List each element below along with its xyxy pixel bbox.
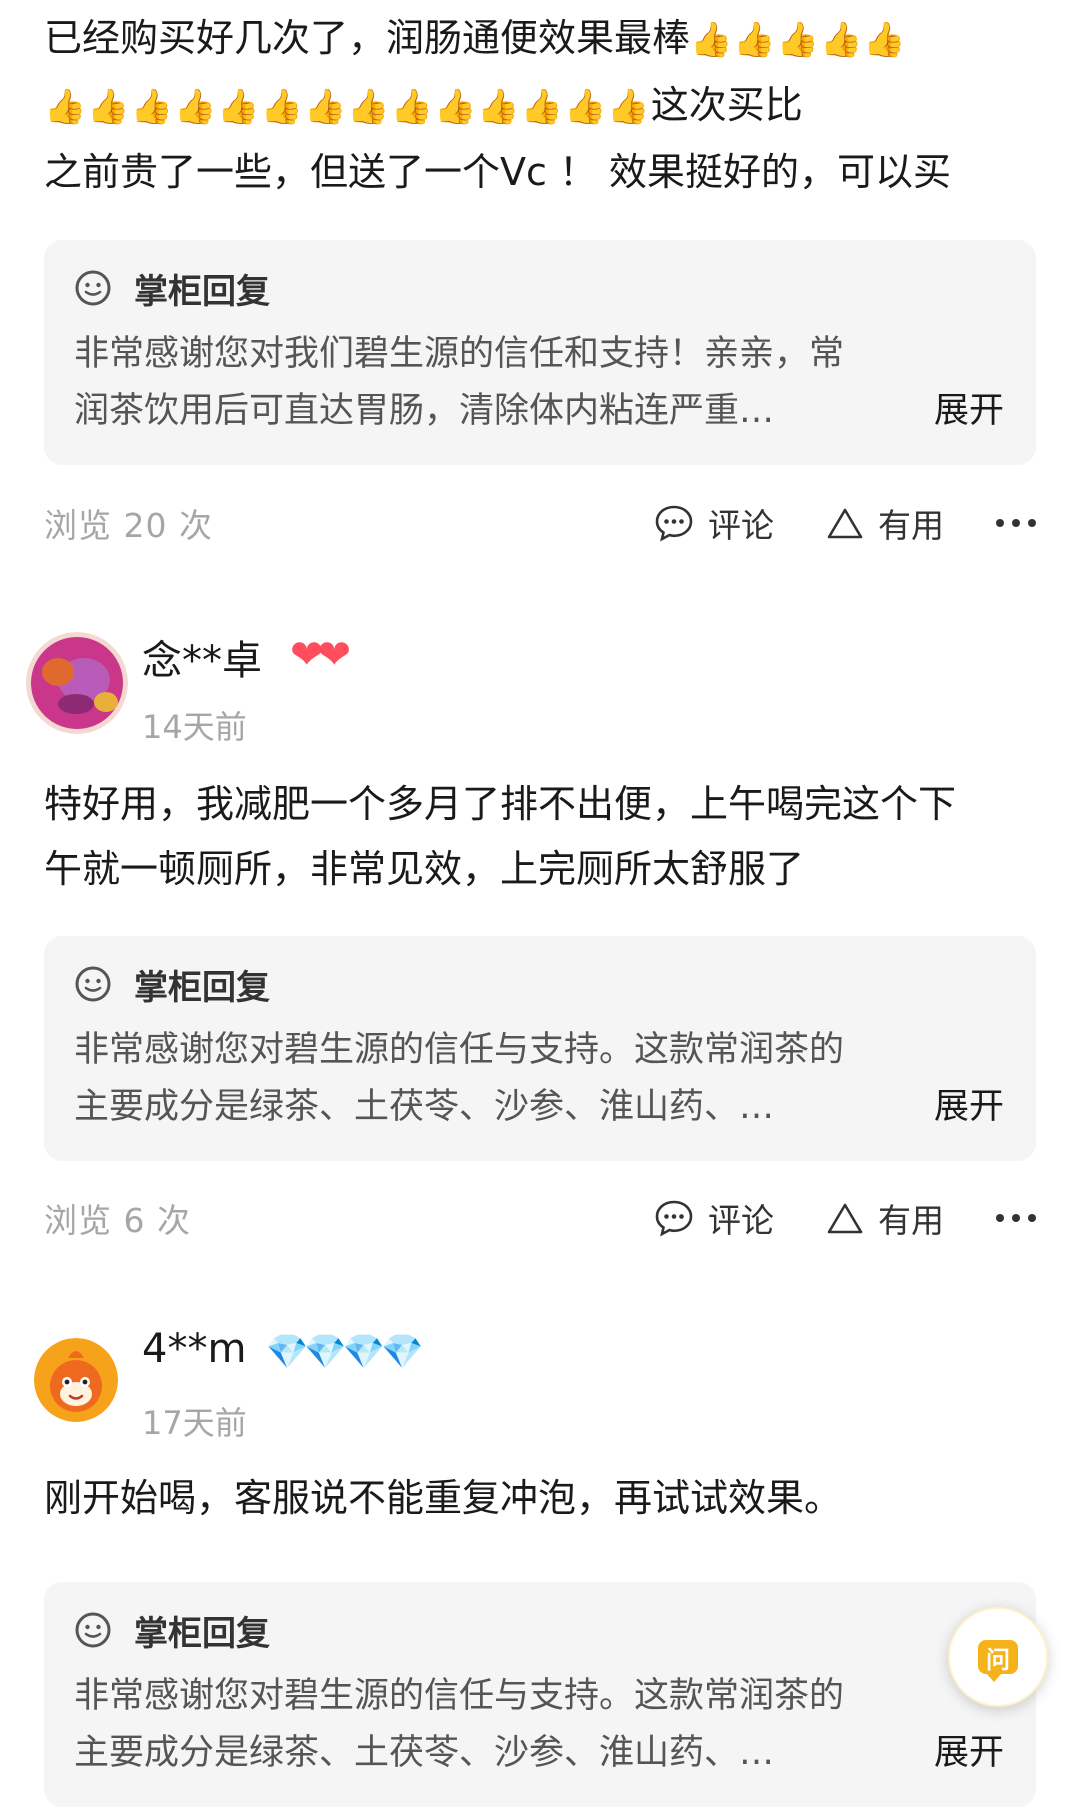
ask-question-button[interactable]: 问 [948, 1607, 1048, 1707]
diamond-badge-icon: 💎💎💎💎 [266, 1332, 423, 1372]
comment-icon [655, 505, 693, 542]
smile-icon [75, 966, 111, 1002]
smile-icon [75, 270, 111, 306]
useful-label: 有用 [878, 1201, 944, 1240]
avatar-image [34, 1338, 118, 1422]
more-options-icon[interactable] [996, 519, 1036, 527]
seller-reply-header: 掌柜回复 [74, 964, 270, 1008]
seller-reply-box: 掌柜回复 非常感谢您对我们碧生源的信任和支持！亲亲，常 润茶饮用后可直达胃肠，清… [44, 240, 1036, 465]
seller-reply-line-1: 非常感谢您对碧生源的信任与支持。这款常润茶的 [74, 1676, 845, 1716]
seller-reply-box: 掌柜回复 非常感谢您对碧生源的信任与支持。这款常润茶的 主要成分是绿茶、土茯苓、… [44, 936, 1036, 1161]
triangle-up-icon [827, 508, 863, 539]
expand-link[interactable]: 展开 [934, 383, 1004, 440]
username: 4**m [142, 1326, 247, 1372]
avatar[interactable] [26, 632, 128, 734]
review-1-text-part-1: 已经购买好几次了，润肠通便效果最棒 [44, 16, 691, 60]
thumbs-up-emoji-row: 👍👍👍👍👍 [690, 20, 907, 60]
comment-label: 评论 [708, 506, 774, 545]
seller-reply-box: 掌柜回复 非常感谢您对碧生源的信任与支持。这款常润茶的 主要成分是绿茶、土茯苓、… [44, 1582, 1036, 1807]
avatar[interactable] [34, 1338, 118, 1422]
review-1-footer: 浏览 20 次 评论 有用 [44, 498, 1036, 548]
avatar-image [26, 632, 128, 734]
review-1-text-part-3: 之前贵了一些，但送了一个Vc ！ 效果挺好的，可以买 [44, 150, 952, 194]
review-3-text: 刚开始喝，客服说不能重复冲泡，再试试效果。 [44, 1466, 1034, 1531]
review-text-line: 刚开始喝，客服说不能重复冲泡，再试试效果。 [44, 1476, 843, 1520]
review-2-footer: 浏览 6 次 评论 有用 [44, 1193, 1036, 1243]
heart-badge-icon: ❤❤ [290, 632, 351, 678]
review-2-text: 特好用，我减肥一个多月了排不出便，上午喝完这个下 午就一顿厕所，非常见效，上完厕… [44, 772, 1034, 902]
review-text-line: 特好用，我减肥一个多月了排不出便，上午喝完这个下 [44, 782, 957, 826]
seller-reply-line-2: 主要成分是绿茶、土茯苓、沙参、淮山药、… [74, 1087, 775, 1127]
comment-label: 评论 [708, 1201, 774, 1240]
ask-icon: 问 [978, 1640, 1018, 1682]
useful-button[interactable]: 有用 [826, 1194, 944, 1242]
thumbs-up-emoji-row: 👍👍👍👍👍👍👍👍👍👍👍👍👍👍 [44, 87, 651, 127]
review-1-text: 已经购买好几次了，润肠通便效果最棒👍👍👍👍👍 👍👍👍👍👍👍👍👍👍👍👍👍👍👍这次买… [44, 6, 1034, 205]
comment-button[interactable]: 评论 [654, 499, 774, 547]
view-count: 浏览 6 次 [44, 1201, 191, 1240]
seller-reply-line-2: 润茶饮用后可直达胃肠，清除体内粘连严重… [74, 391, 775, 431]
review-text-line: 午就一顿厕所，非常见效，上完厕所太舒服了 [44, 847, 805, 891]
triangle-up-icon [827, 1203, 863, 1234]
review-1-text-part-2: 这次买比 [650, 83, 803, 127]
smile-icon [75, 1612, 111, 1648]
username: 念**卓 [142, 638, 262, 684]
view-count: 浏览 20 次 [44, 506, 213, 545]
seller-reply-header: 掌柜回复 [74, 268, 270, 312]
review-time: 14天前 [142, 708, 247, 746]
comment-icon [655, 1200, 693, 1237]
seller-reply-line-1: 非常感谢您对碧生源的信任与支持。这款常润茶的 [74, 1030, 845, 1070]
seller-reply-header: 掌柜回复 [74, 1610, 270, 1654]
useful-label: 有用 [878, 506, 944, 545]
more-options-icon[interactable] [996, 1214, 1036, 1222]
expand-link[interactable]: 展开 [934, 1725, 1004, 1782]
comment-button[interactable]: 评论 [654, 1194, 774, 1242]
seller-reply-title: 掌柜回复 [134, 967, 270, 1008]
seller-reply-line-2: 主要成分是绿茶、土茯苓、沙参、淮山药、… [74, 1733, 775, 1773]
review-time: 17天前 [142, 1404, 247, 1442]
seller-reply-title: 掌柜回复 [134, 271, 270, 312]
seller-reply-line-1: 非常感谢您对我们碧生源的信任和支持！亲亲，常 [74, 334, 845, 374]
seller-reply-title: 掌柜回复 [134, 1613, 270, 1654]
expand-link[interactable]: 展开 [934, 1079, 1004, 1136]
useful-button[interactable]: 有用 [826, 499, 944, 547]
